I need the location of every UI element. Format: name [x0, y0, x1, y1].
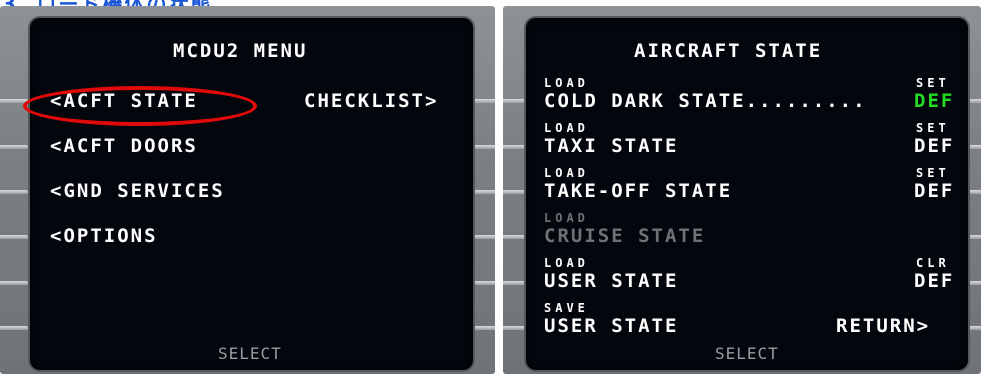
row2-value[interactable]: DEF — [914, 135, 954, 157]
select-footer: SELECT — [218, 344, 282, 363]
row3-small-right: SET — [916, 166, 950, 180]
mcdu-right-bezel: AIRCRAFT STATE LOAD COLD DARK STATE.....… — [503, 6, 981, 374]
row2-small-right: SET — [916, 121, 950, 135]
row6-label[interactable]: USER STATE — [544, 315, 678, 337]
row6-small-left: SAVE — [544, 301, 589, 315]
row2-small-left: LOAD — [544, 121, 589, 135]
menu-item-checklist[interactable]: CHECKLIST> — [304, 90, 438, 112]
menu-item-gnd-services[interactable]: <GND SERVICES — [50, 180, 225, 202]
row1-small-right: SET — [916, 76, 950, 90]
row5-label[interactable]: USER STATE — [544, 270, 678, 292]
lsk-right-2[interactable] — [470, 145, 495, 149]
row4-label: CRUISE STATE — [544, 225, 706, 247]
lsk-right-3[interactable] — [470, 190, 495, 194]
row1-label[interactable]: COLD DARK STATE......... — [544, 90, 867, 112]
menu-title: MCDU2 MENU — [173, 40, 308, 62]
return-button[interactable]: RETURN> — [836, 315, 930, 337]
highlight-ellipse — [23, 86, 257, 126]
lsk-left-6[interactable] — [0, 326, 28, 330]
row2-label[interactable]: TAXI STATE — [544, 135, 678, 157]
menu-item-options[interactable]: <OPTIONS — [50, 225, 158, 247]
lsk-right-6[interactable] — [470, 326, 495, 330]
lsk-left-2[interactable] — [0, 145, 28, 149]
lsk-left-4[interactable] — [0, 235, 28, 239]
row1-value[interactable]: DEF — [914, 90, 954, 112]
lsk-right-1[interactable] — [470, 99, 495, 103]
menu-item-acft-doors[interactable]: <ACFT DOORS — [50, 135, 198, 157]
mcdu-left-screen: MCDU2 MENU <ACFT STATE CHECKLIST> <ACFT … — [30, 18, 473, 370]
row5-value[interactable]: DEF — [914, 270, 954, 292]
lsk-left-5[interactable] — [0, 281, 28, 285]
row3-label[interactable]: TAKE-OFF STATE — [544, 180, 732, 202]
row5-small-left: LOAD — [544, 256, 589, 270]
row1-small-left: LOAD — [544, 76, 589, 90]
page-title: AIRCRAFT STATE — [634, 40, 823, 62]
row3-small-left: LOAD — [544, 166, 589, 180]
row5-small-right: CLR — [916, 256, 950, 270]
lsk-left-3[interactable] — [0, 190, 28, 194]
lsk-right-5[interactable] — [470, 281, 495, 285]
mcdu-right-screen: AIRCRAFT STATE LOAD COLD DARK STATE.....… — [526, 18, 968, 370]
lsk-right-4[interactable] — [470, 235, 495, 239]
row3-value[interactable]: DEF — [914, 180, 954, 202]
select-footer: SELECT — [715, 344, 779, 363]
mcdu-left-bezel: MCDU2 MENU <ACFT STATE CHECKLIST> <ACFT … — [0, 6, 495, 374]
row4-small-left: LOAD — [544, 211, 589, 225]
